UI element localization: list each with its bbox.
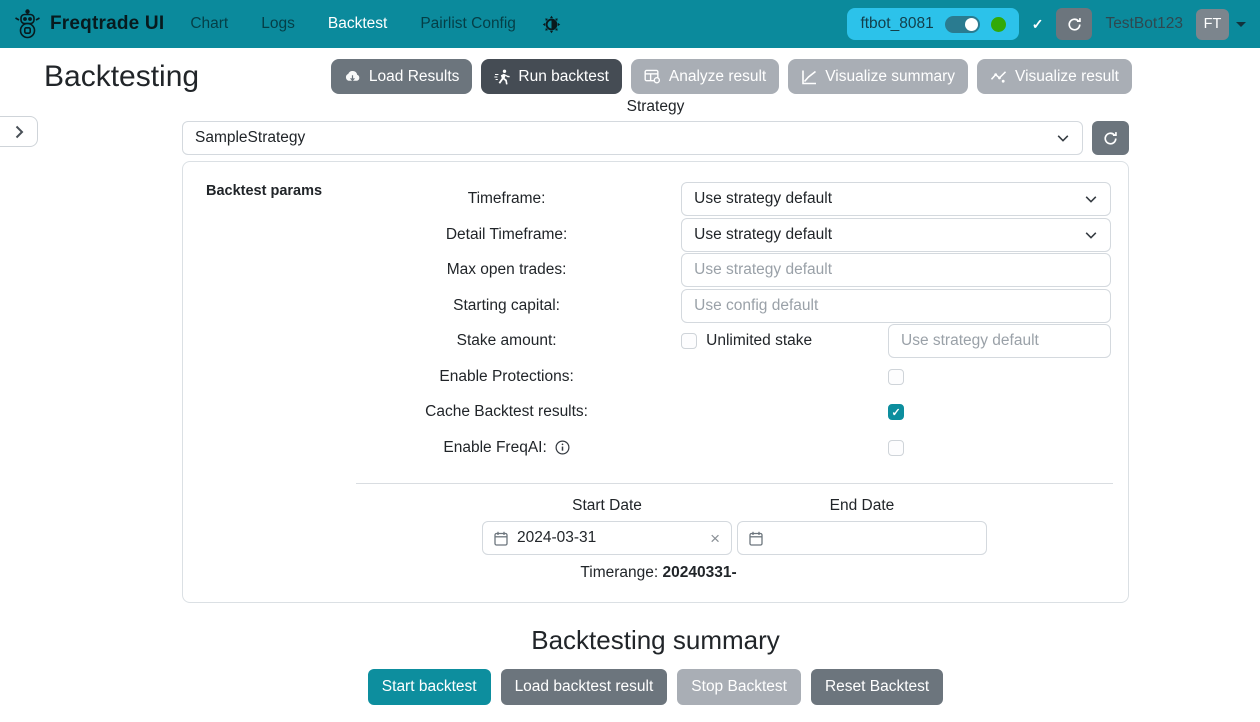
clear-date-icon[interactable]: ×: [710, 530, 720, 547]
stake-amount-label: Stake amount:: [356, 332, 657, 350]
table-search-icon: [644, 69, 661, 84]
detail-timeframe-select[interactable]: Use strategy default: [681, 218, 1111, 252]
enable-freqai-row: Enable FreqAI:: [206, 430, 1111, 466]
bot-account-name: TestBot123: [1105, 15, 1183, 33]
theme-contrast-icon[interactable]: [542, 15, 561, 34]
nav-link-backtest[interactable]: Backtest: [328, 15, 387, 33]
end-date-input[interactable]: [737, 521, 987, 555]
cache-results-checkbox[interactable]: [888, 404, 904, 420]
load-backtest-result-button[interactable]: Load backtest result: [501, 669, 668, 704]
strategy-label: Strategy: [182, 98, 1129, 116]
detail-timeframe-label: Detail Timeframe:: [356, 226, 657, 244]
max-open-trades-row: Max open trades:: [206, 252, 1111, 288]
timerange-summary: Timerange: 20240331-: [206, 564, 1111, 582]
detail-timeframe-row: Detail Timeframe: Use strategy default: [206, 217, 1111, 253]
start-date-input[interactable]: 2024-03-31 ×: [482, 521, 732, 555]
stop-backtest-button[interactable]: Stop Backtest: [677, 669, 801, 704]
scatter-graph-icon: [990, 69, 1007, 84]
cache-results-row: Cache Backtest results:: [206, 394, 1111, 430]
enable-protections-checkbox[interactable]: [888, 369, 904, 385]
start-backtest-button[interactable]: Start backtest: [368, 669, 491, 704]
sidebar-expand-button[interactable]: [0, 116, 38, 147]
info-icon[interactable]: [555, 440, 570, 455]
backtest-params-panel: Backtest params Timeframe: Use strategy …: [182, 161, 1129, 603]
unlimited-stake-label[interactable]: Unlimited stake: [706, 332, 812, 350]
nav-links: Chart Logs Backtest Pairlist Config: [190, 15, 516, 33]
stake-amount-row: Stake amount: Unlimited stake: [206, 323, 1111, 359]
divider: [356, 483, 1113, 484]
bot-online-status-dot: [991, 17, 1006, 32]
global-refresh-button[interactable]: [1056, 8, 1092, 40]
line-chart-icon: [801, 69, 817, 85]
page-title: Backtesting: [44, 60, 199, 94]
timeframe-row: Timeframe: Use strategy default: [206, 181, 1111, 217]
enable-protections-row: Enable Protections:: [206, 359, 1111, 395]
enable-freqai-label: Enable FreqAI:: [443, 439, 546, 457]
panel-title: Backtest params: [206, 183, 322, 199]
chevron-right-icon: [13, 125, 25, 139]
summary-buttons: Start backtest Load backtest result Stop…: [182, 669, 1129, 704]
max-open-trades-input[interactable]: [681, 253, 1111, 287]
chevron-down-icon: [1236, 22, 1246, 27]
visualize-summary-button[interactable]: Visualize summary: [788, 59, 968, 94]
cache-results-label: Cache Backtest results:: [356, 403, 657, 421]
strategy-selected-value: SampleStrategy: [195, 129, 305, 147]
cloud-download-icon: [344, 69, 361, 84]
timeframe-select[interactable]: Use strategy default: [681, 182, 1111, 216]
bot-name: ftbot_8081: [860, 15, 933, 33]
chevron-down-icon: [1084, 228, 1098, 242]
visualize-result-button[interactable]: Visualize result: [977, 59, 1132, 94]
starting-capital-label: Starting capital:: [356, 297, 657, 315]
load-results-button[interactable]: Load Results: [331, 59, 472, 94]
chevron-down-icon: [1056, 131, 1070, 145]
calendar-icon: [494, 531, 508, 546]
timeframe-label: Timeframe:: [356, 190, 657, 208]
enable-freqai-checkbox[interactable]: [888, 440, 904, 456]
bot-online-toggle[interactable]: [945, 16, 980, 33]
analyze-result-button[interactable]: Analyze result: [631, 59, 779, 94]
chevron-down-icon: [1084, 192, 1098, 206]
strategy-refresh-button[interactable]: [1092, 121, 1129, 155]
bot-selector[interactable]: ftbot_8081: [847, 8, 1018, 40]
backtest-setup: Strategy SampleStrategy Backtest params …: [182, 98, 1129, 704]
header-buttons: Load Results Run backtest A: [331, 59, 1132, 94]
enable-protections-label: Enable Protections:: [356, 368, 657, 386]
max-open-trades-label: Max open trades:: [356, 261, 657, 279]
page-header: Backtesting Load Results Run backtest: [0, 48, 1260, 98]
summary-title: Backtesting summary: [182, 625, 1129, 656]
bot-ok-check-icon: ✓: [1032, 16, 1044, 33]
stake-amount-input[interactable]: [888, 324, 1111, 358]
user-menu[interactable]: FT: [1196, 9, 1246, 40]
reset-backtest-button[interactable]: Reset Backtest: [811, 669, 943, 704]
end-date-label: End Date: [737, 497, 987, 515]
navbar-right: ftbot_8081 ✓ TestBot123 FT: [847, 8, 1246, 40]
start-date-value: 2024-03-31: [517, 529, 596, 547]
freqtrade-robot-logo-icon: [14, 9, 41, 39]
strategy-select[interactable]: SampleStrategy: [182, 121, 1083, 155]
avatar: FT: [1196, 9, 1229, 40]
brand-title: Freqtrade UI: [50, 13, 164, 35]
brand[interactable]: Freqtrade UI: [14, 9, 164, 39]
start-date-label: Start Date: [482, 497, 732, 515]
starting-capital-input[interactable]: [681, 289, 1111, 323]
calendar-icon: [749, 531, 763, 546]
unlimited-stake-checkbox[interactable]: [681, 333, 697, 349]
nav-link-chart[interactable]: Chart: [190, 15, 228, 33]
run-backtest-button[interactable]: Run backtest: [481, 59, 621, 94]
nav-link-logs[interactable]: Logs: [261, 15, 295, 33]
runner-icon: [494, 69, 510, 85]
nav-link-pairlist-config[interactable]: Pairlist Config: [420, 15, 516, 33]
top-navbar: Freqtrade UI Chart Logs Backtest Pairlis…: [0, 0, 1260, 48]
starting-capital-row: Starting capital:: [206, 288, 1111, 324]
timerange-value: 20240331-: [663, 564, 737, 581]
